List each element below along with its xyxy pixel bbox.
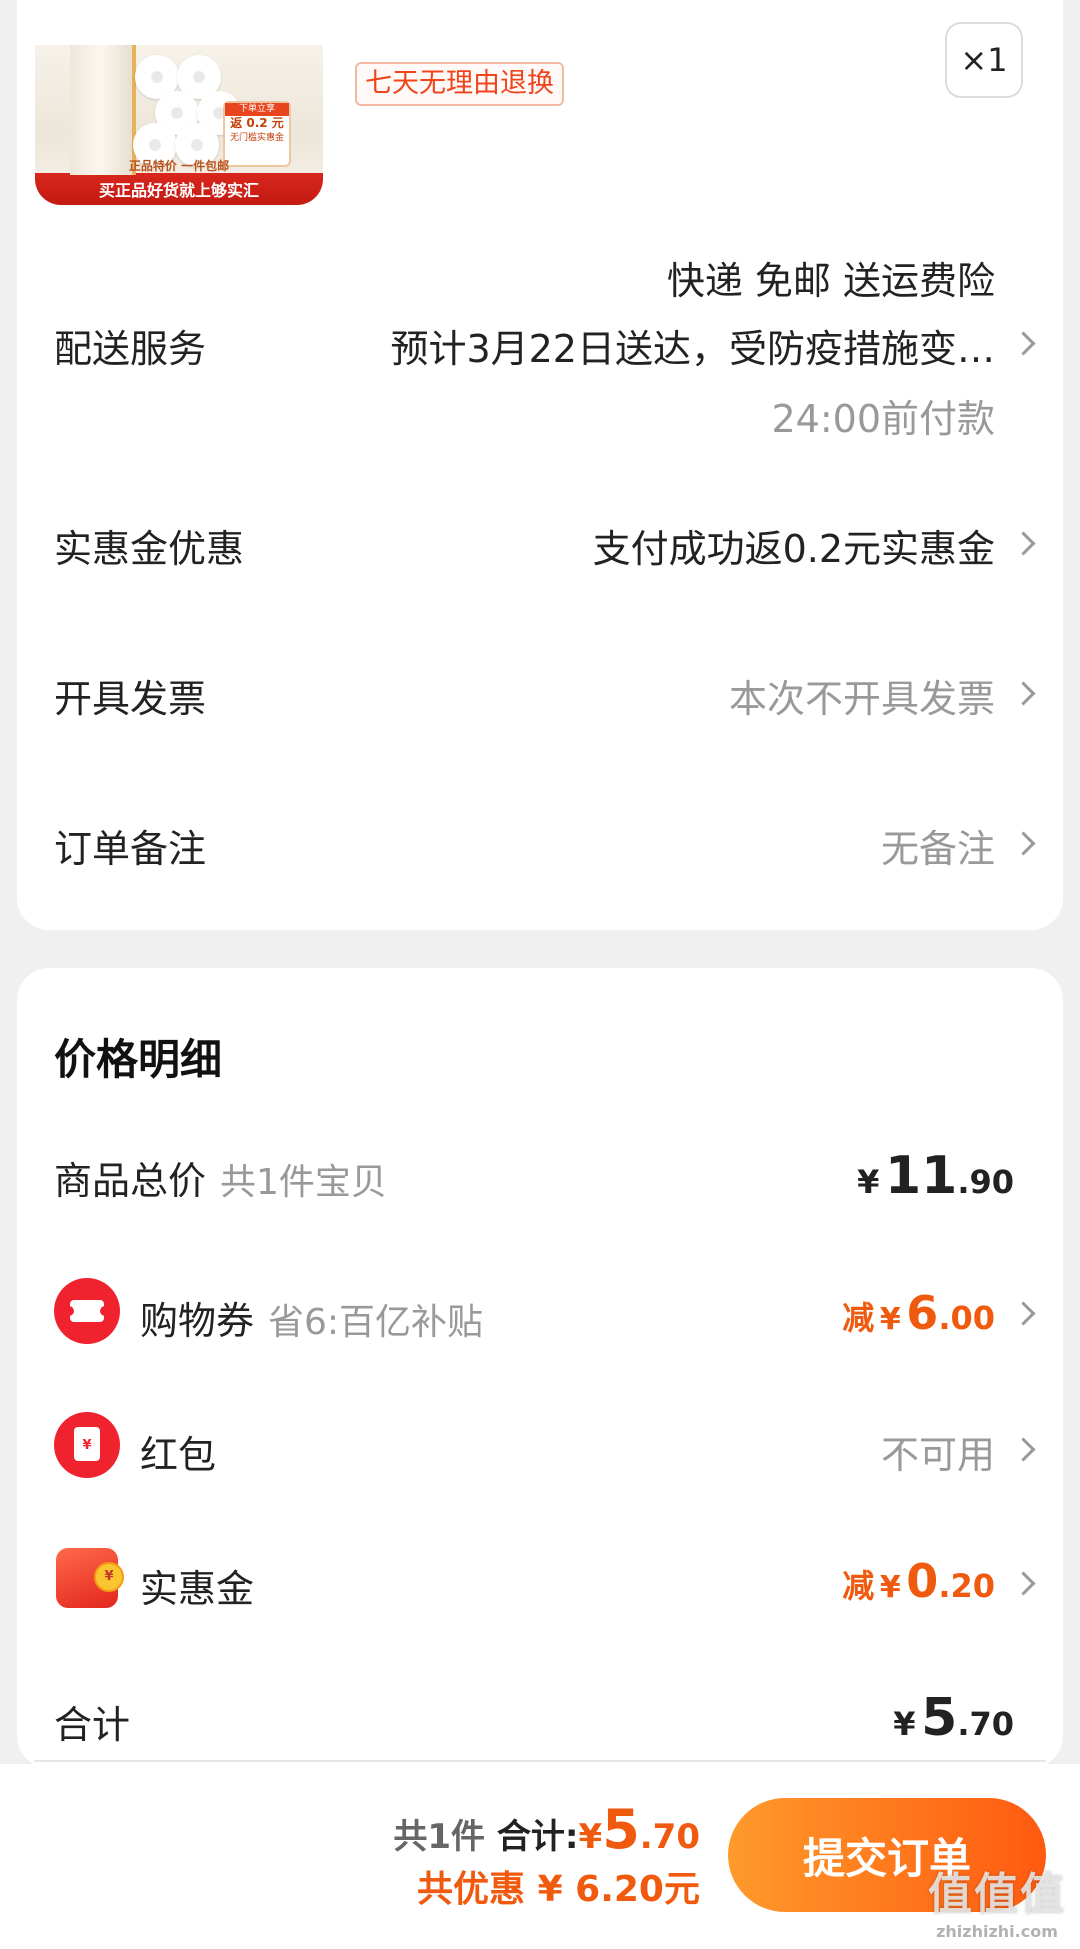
goods-total-price: ¥ 11.90 bbox=[857, 1146, 1014, 1206]
quantity-box[interactable]: ×1 bbox=[945, 22, 1023, 98]
watermark-url: zhizhizhi.com bbox=[936, 1922, 1058, 1941]
delivery-estimate-text: 预计3月22日送达，受防疫措施变… bbox=[390, 327, 995, 371]
red-packet-value: 不可用 bbox=[880, 1433, 995, 1477]
payment-deadline-text: 24:00前付款 bbox=[771, 397, 995, 441]
return-policy-badge: 七天无理由退换 bbox=[355, 62, 564, 106]
price-detail-title: 价格明细 bbox=[54, 1035, 223, 1084]
price-decimal: .90 bbox=[957, 1163, 1014, 1201]
currency-symbol: ¥ bbox=[578, 1817, 603, 1857]
ticket-shape bbox=[64, 1300, 110, 1322]
watermark-logo-text: 值值值 bbox=[928, 1869, 1066, 1920]
price-detail-card bbox=[17, 968, 1063, 1768]
total-price: ¥ 5.70 bbox=[893, 1688, 1014, 1748]
price-integer: 0 bbox=[906, 1554, 939, 1608]
coupon-sub-text: 省6:百亿补贴 bbox=[268, 1302, 484, 1343]
product-image-tag-line1: 返 0.2 元 bbox=[230, 116, 284, 130]
shihuijin-label: 实惠金 bbox=[140, 1567, 255, 1611]
checkout-summary: 共1件 合计:¥5.70 bbox=[393, 1798, 700, 1861]
shihuijin-icon: ¥ bbox=[56, 1548, 124, 1608]
total-decimal: .70 bbox=[639, 1817, 700, 1857]
currency-symbol: ¥ bbox=[879, 1570, 901, 1605]
product-image[interactable]: 下单立享 返 0.2 元 无门槛实惠金 正品特价 一件包邮 买正品好货就上够实汇 bbox=[35, 45, 323, 205]
coupon-label: 购物券 省6:百亿补贴 bbox=[140, 1290, 483, 1345]
currency-symbol: ¥ bbox=[879, 1302, 901, 1337]
goods-count-text: 共1件宝贝 bbox=[220, 1162, 387, 1203]
order-remark-label: 订单备注 bbox=[54, 827, 207, 871]
price-integer: 5 bbox=[921, 1688, 958, 1748]
item-count-text: 共1件 bbox=[393, 1817, 486, 1857]
goods-total-label: 商品总价 共1件宝贝 bbox=[54, 1150, 387, 1205]
currency-symbol: ¥ bbox=[857, 1163, 880, 1201]
coupon-ticket-icon bbox=[54, 1278, 120, 1344]
total-label: 合计: bbox=[496, 1817, 579, 1857]
minus-prefix: 减 bbox=[842, 1567, 875, 1605]
delivery-method-text: 快递 免邮 送运费险 bbox=[666, 259, 995, 303]
currency-symbol: ¥ bbox=[893, 1705, 916, 1743]
red-packet-icon: ¥ bbox=[54, 1412, 120, 1478]
product-image-tag-header: 下单立享 bbox=[225, 103, 289, 116]
price-decimal: .20 bbox=[938, 1567, 995, 1605]
product-image-mid-text: 正品特价 一件包邮 bbox=[128, 159, 230, 173]
coupon-label-text: 购物券 bbox=[140, 1299, 255, 1343]
price-integer: 11 bbox=[884, 1146, 958, 1206]
shihuijin-discount-value: 减 ¥ 0.20 bbox=[842, 1554, 995, 1608]
goods-total-label-text: 商品总价 bbox=[54, 1159, 207, 1203]
invoice-label: 开具发票 bbox=[54, 677, 207, 721]
invoice-value: 本次不开具发票 bbox=[728, 677, 995, 721]
total-saved-text: 共优惠 ¥ 6.20元 bbox=[417, 1869, 700, 1910]
total-integer: 5 bbox=[602, 1798, 640, 1861]
bottom-checkout-bar: 共1件 合计:¥5.70 共优惠 ¥ 6.20元 提交订单 值值值 zhizhi… bbox=[0, 1764, 1080, 1949]
price-integer: 6 bbox=[906, 1286, 939, 1340]
price-decimal: .00 bbox=[938, 1299, 995, 1337]
discount-label: 实惠金优惠 bbox=[54, 527, 245, 571]
red-packet-glyph: ¥ bbox=[74, 1427, 100, 1461]
price-decimal: .70 bbox=[957, 1705, 1014, 1743]
watermark: 值值值 zhizhizhi.com bbox=[928, 1858, 1066, 1941]
product-package-graphic bbox=[70, 45, 136, 175]
discount-value: 支付成功返0.2元实惠金 bbox=[592, 527, 995, 571]
delivery-service-label: 配送服务 bbox=[54, 327, 207, 371]
coin-glyph: ¥ bbox=[94, 1562, 124, 1592]
coupon-discount-value: 减 ¥ 6.00 bbox=[842, 1286, 995, 1340]
product-image-bottom-text: 买正品好货就上够实汇 bbox=[98, 181, 259, 200]
divider bbox=[34, 1760, 1046, 1762]
red-packet-label: 红包 bbox=[140, 1433, 217, 1477]
minus-prefix: 减 bbox=[842, 1299, 875, 1337]
order-remark-value: 无备注 bbox=[880, 827, 995, 871]
total-label: 合计 bbox=[54, 1703, 131, 1747]
product-image-tag-line2: 无门槛实惠金 bbox=[229, 133, 284, 143]
